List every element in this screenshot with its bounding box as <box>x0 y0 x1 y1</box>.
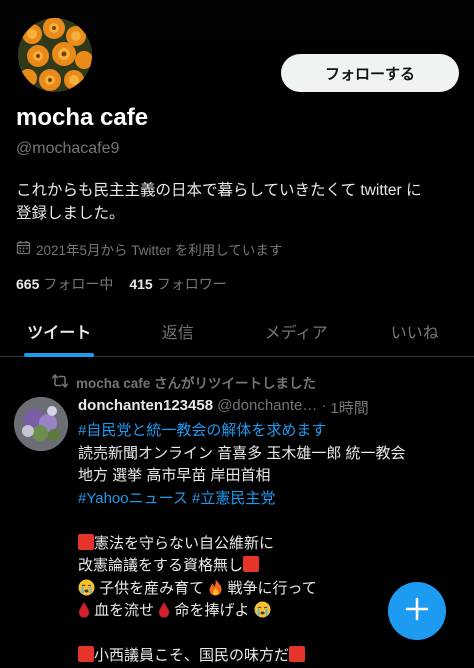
retweet-notice-text: mocha cafe さんがリツイートしました <box>76 376 317 391</box>
retweet-notice: mocha cafe さんがリツイートしました <box>51 372 317 392</box>
following-label: フォロー中 <box>43 276 114 292</box>
joined-date: 2021年5月から Twitter を利用しています <box>16 239 282 259</box>
blood-drop-icon <box>158 601 170 626</box>
tab-replies[interactable]: 返信 <box>119 306 238 356</box>
tweet-line: 血を流せ <box>94 602 155 619</box>
tab-tweets[interactable]: ツイート <box>0 306 119 356</box>
profile-handle: @mochacafe9 <box>16 140 120 157</box>
tweet-separator: · <box>321 397 327 414</box>
tweet-line: 命を捧げよ <box>174 602 250 619</box>
avatar-bouquet-image <box>14 397 68 451</box>
profile-tabs: ツイート 返信 メディア いいね <box>0 306 474 357</box>
blood-drop-icon <box>78 601 90 626</box>
tweet-line: 憲法を守らない自公維新に <box>94 534 275 552</box>
tweet-author-avatar[interactable] <box>14 397 68 451</box>
follow-button[interactable]: フォローする <box>281 54 459 92</box>
tweet-line: 改憲論議をする資格無し <box>78 557 244 574</box>
red-square-icon <box>243 556 260 572</box>
profile-bio: これからも民主主義の日本で暮らしていきたくて twitter に 登録しました。 <box>16 179 464 225</box>
tweet-line: 読売新聞オンライン 音喜多 玉木雄一郎 統一教会 <box>78 444 406 462</box>
tweet-line: 子供を産み育て <box>99 579 205 597</box>
follow-stats: 665 フォロー中 415 フォロワー <box>16 274 227 294</box>
tab-media[interactable]: メディア <box>237 306 356 356</box>
tweet-author-handle[interactable]: @donchante… <box>217 397 317 418</box>
calendar-icon <box>16 240 31 258</box>
avatar-flower-image <box>18 18 92 92</box>
tweet-line: 戦争に行って <box>227 579 317 597</box>
followers-link[interactable]: 415 フォロワー <box>129 274 226 294</box>
plus-icon <box>405 597 429 626</box>
tweet-line: 地方 選挙 高市早苗 岸田首相 <box>78 467 271 484</box>
profile-name: mocha cafe <box>16 104 149 131</box>
hashtag-link[interactable]: #自民党と統一教会の解体を求めます <box>78 422 326 439</box>
following-count: 665 <box>16 276 40 292</box>
joined-text: 2021年5月から Twitter を利用しています <box>36 243 283 258</box>
hashtag-link[interactable]: #Yahooニュース <box>78 490 188 507</box>
hashtag-link[interactable]: #立憲民主党 <box>192 490 275 507</box>
crying-face-icon <box>254 601 271 626</box>
tweet-time[interactable]: 1時間 <box>330 397 368 418</box>
tweet-line: 小西議員こそ、国民の味方だ <box>94 647 290 664</box>
bio-line: これからも民主主義の日本で暮らしていきたくて twitter に <box>16 182 422 199</box>
tweet-author-name[interactable]: donchanten123458 <box>78 397 213 418</box>
retweet-icon <box>51 373 69 391</box>
bio-line: 登録しました。 <box>16 205 125 222</box>
tab-likes[interactable]: いいね <box>356 306 474 356</box>
red-square-icon <box>78 646 94 662</box>
red-square-icon <box>289 646 306 662</box>
tweet-header: donchanten123458 @donchante… · 1時間 <box>78 397 468 418</box>
red-square-icon <box>78 533 94 550</box>
followers-count: 415 <box>129 276 153 292</box>
following-link[interactable]: 665 フォロー中 <box>16 274 113 294</box>
profile-avatar[interactable] <box>14 14 96 96</box>
compose-tweet-button[interactable] <box>388 582 446 640</box>
followers-label: フォロワー <box>156 276 227 292</box>
